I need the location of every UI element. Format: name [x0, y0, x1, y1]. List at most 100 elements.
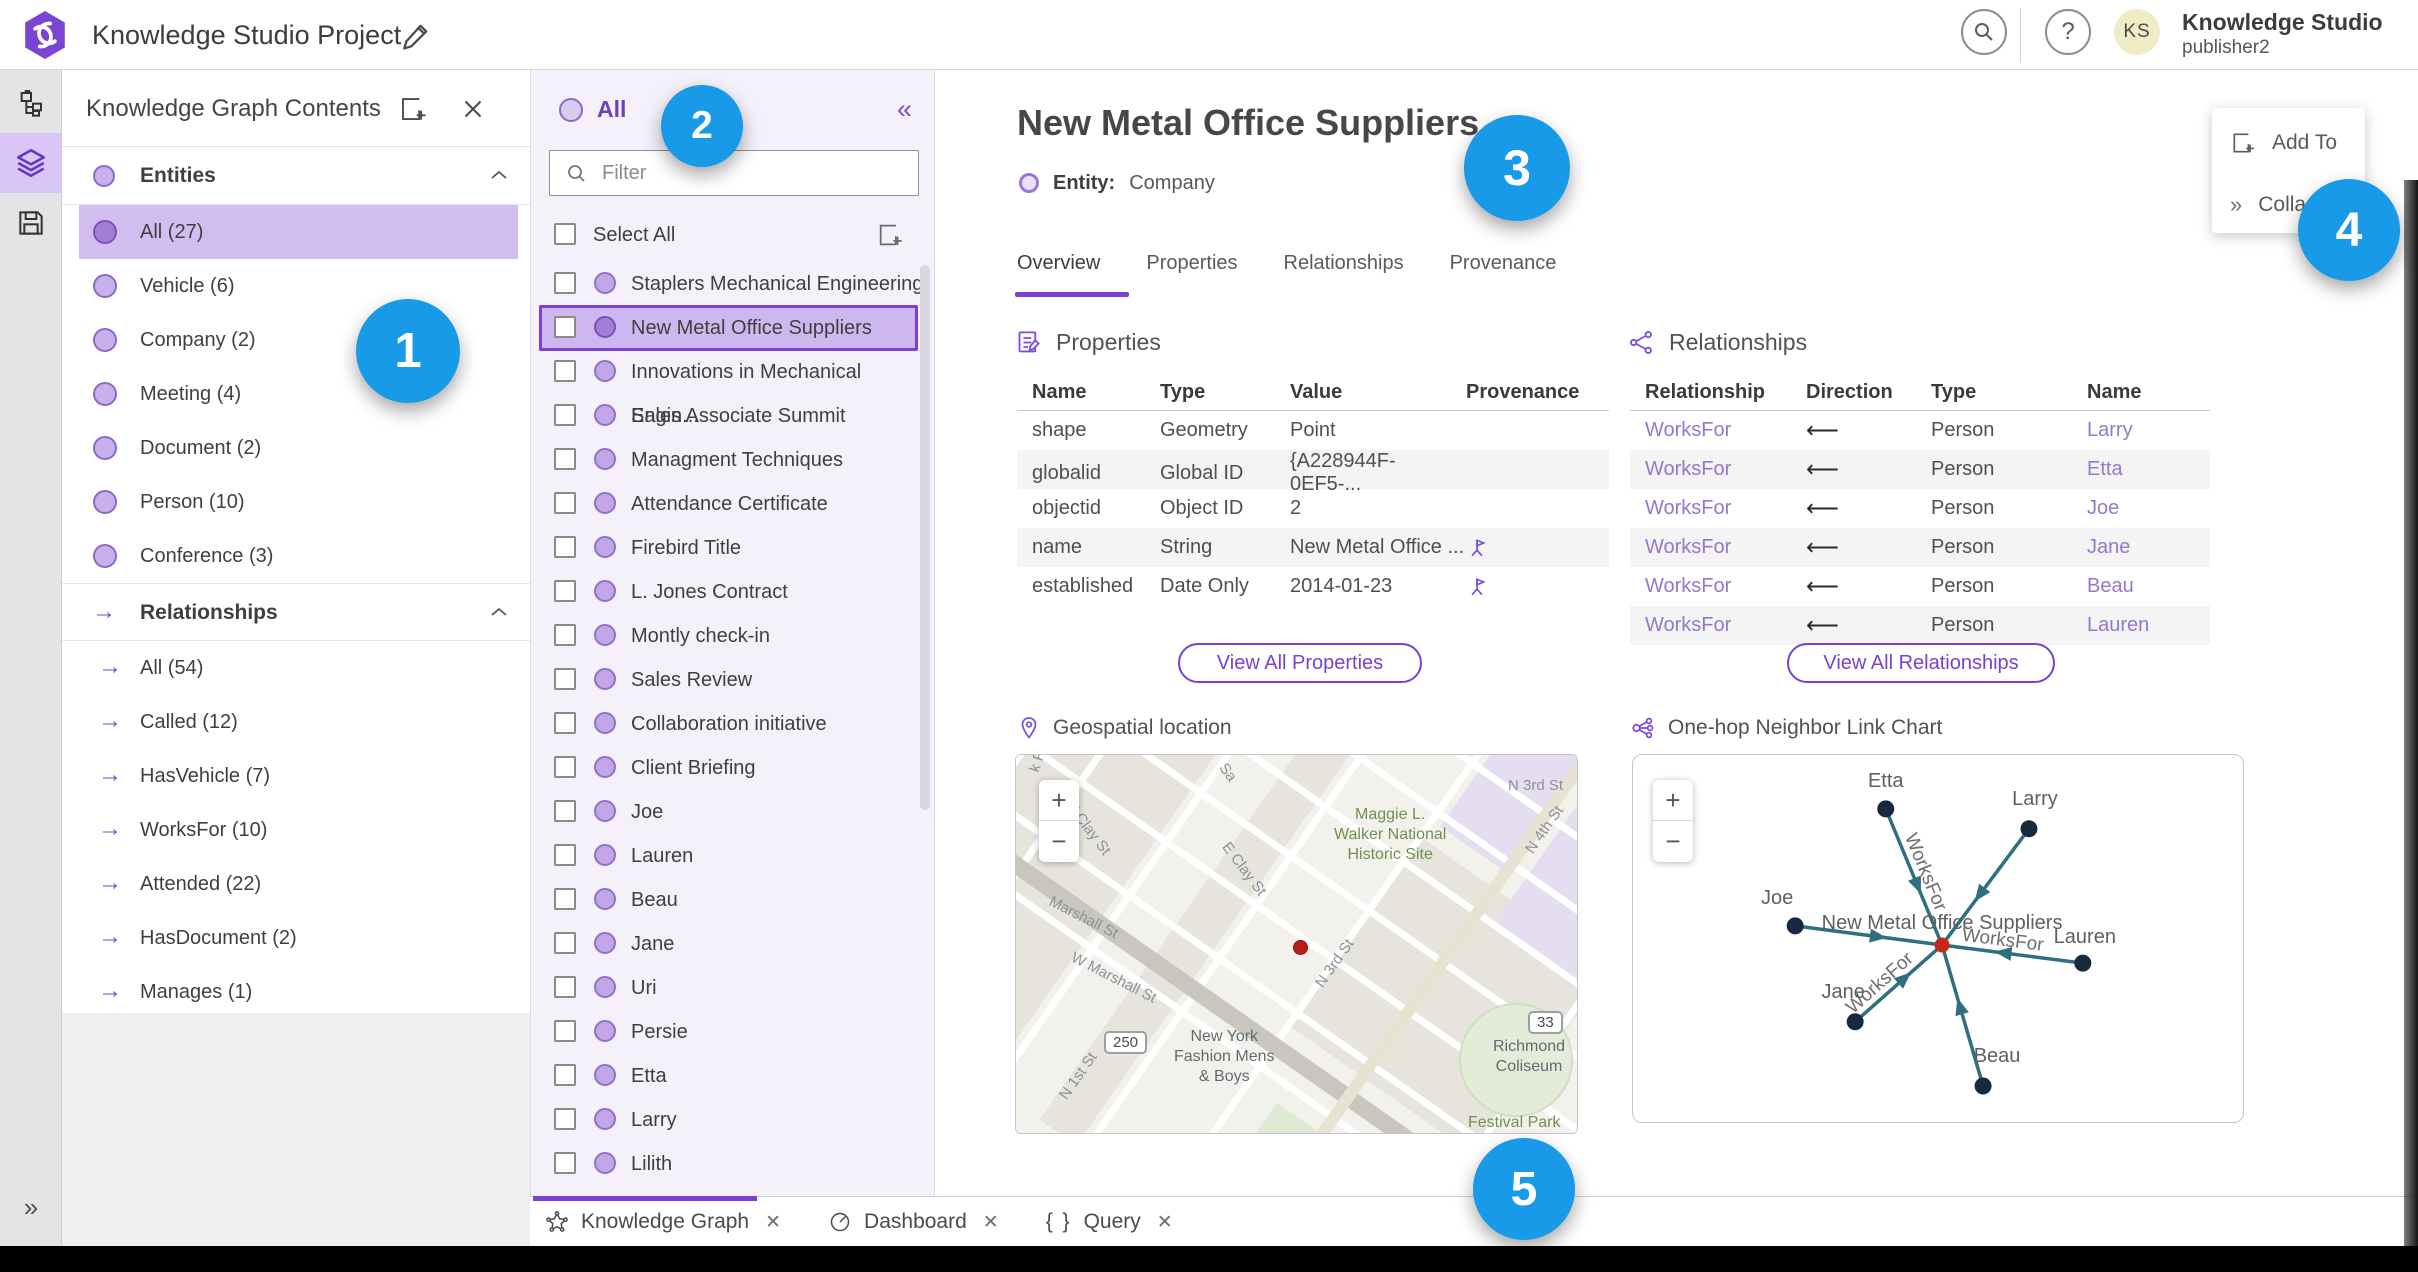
item-checkbox[interactable] — [554, 1020, 576, 1042]
chevron-up-icon[interactable] — [490, 606, 508, 618]
relationship-link[interactable]: WorksFor — [1645, 419, 1806, 442]
search-button[interactable] — [1961, 9, 2007, 55]
related-entity-link[interactable]: Lauren — [2087, 614, 2225, 637]
zoom-out-button[interactable]: − — [1039, 821, 1079, 862]
list-item[interactable]: Etta — [531, 1054, 934, 1098]
zoom-in-button[interactable]: + — [1653, 780, 1693, 821]
bottom-tab-knowledge-graph[interactable]: Knowledge Graph ✕ — [545, 1210, 781, 1234]
add-to-menu-item[interactable]: Add To — [2212, 118, 2365, 168]
entity-type-item[interactable]: Conference (3) — [62, 529, 530, 583]
relationship-link[interactable]: WorksFor — [1645, 614, 1806, 637]
item-checkbox[interactable] — [554, 932, 576, 954]
list-item[interactable]: Collaboration initiative — [531, 702, 934, 746]
close-tab-icon[interactable]: ✕ — [765, 1211, 781, 1234]
entity-type-item[interactable]: Person (10) — [62, 475, 530, 529]
close-tab-icon[interactable]: ✕ — [983, 1211, 999, 1234]
zoom-in-button[interactable]: + — [1039, 780, 1079, 821]
view-all-relationships-button[interactable]: View All Relationships — [1787, 643, 2055, 683]
entity-type-item[interactable]: All (27) — [62, 205, 530, 259]
list-item[interactable]: Attendance Certificate — [531, 482, 934, 526]
property-row[interactable]: shape Geometry Point — [1017, 411, 1609, 450]
close-panel-icon[interactable] — [458, 94, 488, 124]
list-item[interactable]: Beau — [531, 878, 934, 922]
related-entity-link[interactable]: Jane — [2087, 536, 2225, 559]
property-row[interactable]: name String New Metal Office ... — [1017, 528, 1609, 567]
filter-input[interactable] — [602, 151, 902, 195]
help-button[interactable]: ? — [2045, 9, 2091, 55]
entity-type-item[interactable]: Company (2) — [62, 313, 530, 367]
collapse-panel-icon[interactable]: « — [897, 94, 912, 125]
bottom-tab-query[interactable]: { } Query ✕ — [1046, 1210, 1173, 1234]
relationship-type-item[interactable]: → HasDocument (2) — [62, 911, 530, 965]
edit-title-icon[interactable] — [400, 18, 434, 52]
list-item[interactable]: Managment Techniques — [531, 438, 934, 482]
relationship-type-item[interactable]: → Manages (1) — [62, 965, 530, 1019]
select-all-checkbox[interactable] — [554, 223, 576, 245]
zoom-out-button[interactable]: − — [1653, 821, 1693, 862]
item-checkbox[interactable] — [554, 844, 576, 866]
relationship-link[interactable]: WorksFor — [1645, 497, 1806, 520]
item-checkbox[interactable] — [554, 800, 576, 822]
provenance-flag-icon[interactable] — [1466, 537, 1622, 559]
item-checkbox[interactable] — [554, 1108, 576, 1130]
user-info[interactable]: Knowledge Studio publisher2 — [2182, 9, 2383, 59]
item-checkbox[interactable] — [554, 316, 576, 338]
expand-rail-icon[interactable]: » — [0, 1192, 62, 1223]
property-row[interactable]: established Date Only 2014-01-23 — [1017, 567, 1609, 606]
geospatial-map[interactable]: + − k Rd W Clay St Sa Maggie L. Walker Nati… — [1015, 754, 1578, 1134]
relationship-link[interactable]: WorksFor — [1645, 575, 1806, 598]
close-tab-icon[interactable]: ✕ — [1157, 1211, 1173, 1234]
item-checkbox[interactable] — [554, 272, 576, 294]
relationship-type-item[interactable]: → HasVehicle (7) — [62, 749, 530, 803]
list-item[interactable]: Client Briefing — [531, 746, 934, 790]
list-item[interactable]: Innovations in Mechanical Engin... — [531, 350, 934, 427]
save-icon[interactable] — [11, 203, 51, 243]
item-checkbox[interactable] — [554, 580, 576, 602]
tab-relationships[interactable]: Relationships — [1284, 252, 1404, 289]
list-item[interactable]: Sales Review — [531, 658, 934, 702]
related-entity-link[interactable]: Joe — [2087, 497, 2225, 520]
relationship-row[interactable]: WorksFor ⟵ Person Lauren — [1630, 606, 2210, 645]
view-all-properties-button[interactable]: View All Properties — [1178, 643, 1422, 683]
item-checkbox[interactable] — [554, 976, 576, 998]
chevron-up-icon[interactable] — [490, 169, 508, 181]
relationship-type-item[interactable]: → WorksFor (10) — [62, 803, 530, 857]
relationship-link[interactable]: WorksFor — [1645, 458, 1806, 481]
list-item[interactable]: Larry — [531, 1098, 934, 1142]
scrollbar[interactable] — [920, 265, 930, 810]
item-checkbox[interactable] — [554, 1064, 576, 1086]
list-item[interactable]: Staplers Mechanical Engineering — [531, 262, 934, 306]
related-entity-link[interactable]: Beau — [2087, 575, 2225, 598]
item-checkbox[interactable] — [554, 888, 576, 910]
schema-icon[interactable] — [11, 85, 51, 125]
list-item[interactable]: L. Jones Contract — [531, 570, 934, 614]
list-item[interactable]: Firebird Title — [531, 526, 934, 570]
list-item[interactable]: Sales Associate Summit — [531, 394, 934, 438]
relationship-type-item[interactable]: → Called (12) — [62, 695, 530, 749]
entity-type-item[interactable]: Meeting (4) — [62, 367, 530, 421]
tab-overview[interactable]: Overview — [1017, 252, 1100, 289]
provenance-flag-icon[interactable] — [1466, 576, 1622, 598]
add-to-new-icon[interactable] — [398, 94, 428, 124]
relationship-link[interactable]: WorksFor — [1645, 536, 1806, 559]
avatar[interactable]: KS — [2114, 9, 2160, 55]
relationship-row[interactable]: WorksFor ⟵ Person Beau — [1630, 567, 2210, 606]
relationship-row[interactable]: WorksFor ⟵ Person Joe — [1630, 489, 2210, 528]
property-row[interactable]: globalid Global ID {A228944F-0EF5-... — [1017, 450, 1609, 495]
related-entity-link[interactable]: Etta — [2087, 458, 2225, 481]
item-checkbox[interactable] — [554, 624, 576, 646]
item-checkbox[interactable] — [554, 1152, 576, 1174]
list-item[interactable]: Lilith — [531, 1142, 934, 1186]
layers-icon[interactable] — [11, 143, 51, 183]
list-item[interactable]: New Metal Office Suppliers — [531, 305, 934, 351]
bottom-tab-dashboard[interactable]: Dashboard ✕ — [828, 1210, 999, 1234]
relationship-row[interactable]: WorksFor ⟵ Person Jane — [1630, 528, 2210, 567]
list-item[interactable]: Persie — [531, 1010, 934, 1054]
entity-type-item[interactable]: Vehicle (6) — [62, 259, 530, 313]
item-checkbox[interactable] — [554, 360, 576, 382]
entity-type-item[interactable]: Document (2) — [62, 421, 530, 475]
item-checkbox[interactable] — [554, 668, 576, 690]
list-item[interactable]: Jane — [531, 922, 934, 966]
list-item[interactable]: Montly check-in — [531, 614, 934, 658]
tab-provenance[interactable]: Provenance — [1450, 252, 1557, 289]
